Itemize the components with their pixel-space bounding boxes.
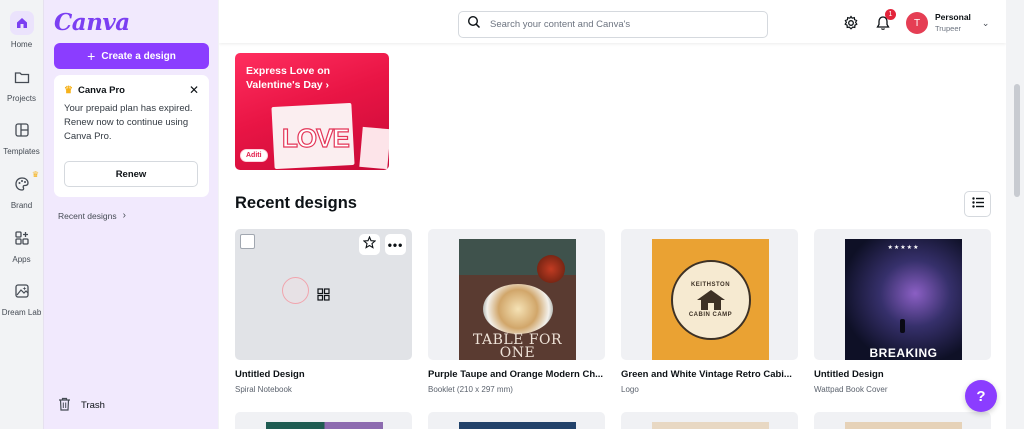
list-view-icon [971, 195, 984, 213]
templates-icon [10, 118, 34, 142]
cabin-badge: KEITHSTON CABIN CAMP [670, 259, 751, 340]
design-name[interactable]: Green and White Vintage Retro Cabi... [621, 369, 798, 380]
booklet-cover-art: TABLE FOR ONE [459, 239, 576, 360]
side-panel: Canva + Create a design ♛ Canva Pro ✕ Yo… [43, 0, 218, 429]
rail-dream-lab[interactable]: Dream Lab [0, 279, 43, 317]
rail-brand[interactable]: ♛ Brand [0, 170, 43, 210]
design-card-partial[interactable] [621, 412, 798, 429]
create-design-label: Create a design [101, 50, 176, 62]
search-input[interactable] [490, 19, 750, 30]
rail-home-label: Home [10, 40, 33, 49]
renew-button[interactable]: Renew [64, 161, 198, 187]
chevron-down-icon: ⌄ [981, 17, 990, 28]
list-view-button[interactable] [964, 191, 991, 217]
design-type: Spiral Notebook [235, 385, 292, 394]
more-options-button[interactable]: ••• [385, 234, 406, 255]
logo-cover-art: KEITHSTON CABIN CAMP [652, 239, 769, 360]
rail-home[interactable]: Home [0, 11, 43, 49]
booklet-art-title: TABLE FOR ONE [472, 332, 563, 360]
scrollbar-thumb[interactable] [1014, 84, 1020, 197]
notification-badge: 1 [885, 9, 896, 20]
dream-lab-icon [10, 279, 34, 303]
scrollbar[interactable] [1006, 0, 1024, 429]
avatar: T [906, 12, 928, 34]
design-thumbnail[interactable]: ••• [235, 229, 412, 360]
crown-icon: ♛ [31, 170, 39, 179]
design-thumbnail[interactable]: KEITHSTON CABIN CAMP [621, 229, 798, 360]
canva-logo[interactable]: Canva [54, 9, 130, 36]
banner-title: Express Love on Valentine's Day › [246, 65, 331, 91]
brand-icon [10, 172, 34, 196]
design-card-partial[interactable] [814, 412, 991, 429]
design-card[interactable]: ••• Untitled Design Spiral Notebook [235, 229, 412, 394]
trash-label: Trash [81, 400, 105, 411]
canva-pro-card: ♛ Canva Pro ✕ Your prepaid plan has expi… [54, 75, 209, 197]
cursor-highlight [282, 277, 309, 304]
recent-designs-label: Recent designs [58, 210, 117, 221]
design-card-partial[interactable] [235, 412, 412, 429]
rail-apps[interactable]: Apps [0, 226, 43, 264]
home-icon [9, 11, 34, 35]
main-content: 1 T Personal Trupeer ⌄ Express Love on V… [219, 0, 1006, 429]
account-menu[interactable]: T Personal Trupeer ⌄ [906, 12, 989, 34]
settings-gear-icon[interactable] [842, 14, 860, 32]
food-plate-art [483, 284, 553, 334]
recent-designs-link[interactable]: Recent designs › [58, 210, 126, 221]
create-design-button[interactable]: + Create a design [54, 43, 209, 69]
left-rail: Home Projects Templates ♛ Brand Apps Dre… [0, 0, 43, 429]
rail-templates-label: Templates [3, 147, 40, 156]
rail-apps-label: Apps [12, 255, 31, 264]
design-name[interactable]: Purple Taupe and Orange Modern Ch... [428, 369, 605, 380]
spiral-notebook-icon [317, 288, 330, 306]
design-name[interactable]: Untitled Design [235, 369, 412, 380]
pro-card-message: Your prepaid plan has expired. Renew now… [64, 103, 193, 142]
account-team: Trupeer [935, 24, 961, 33]
design-card-partial[interactable] [428, 412, 605, 429]
notifications-bell-icon[interactable]: 1 [874, 9, 896, 32]
apps-icon [10, 226, 34, 250]
trash-link[interactable]: Trash [58, 397, 105, 414]
plus-icon: + [87, 48, 96, 64]
badge-bottom-text: CABIN CAMP [688, 311, 733, 318]
design-thumbnail[interactable]: TABLE FOR ONE [428, 229, 605, 360]
design-thumbnail[interactable]: ★★★★★ BREAKING [814, 229, 991, 360]
design-type: Booklet (210 x 297 mm) [428, 385, 513, 394]
design-type: Logo [621, 385, 639, 394]
design-card[interactable]: ★★★★★ BREAKING Untitled Design Wattpad B… [814, 229, 991, 394]
trash-icon [58, 397, 71, 414]
account-name: Personal [935, 12, 971, 22]
crown-icon: ♛ [64, 85, 73, 96]
rail-templates[interactable]: Templates [0, 118, 43, 156]
top-bar: 1 T Personal Trupeer ⌄ [219, 0, 1006, 43]
star-button[interactable] [359, 234, 380, 255]
design-card[interactable]: TABLE FOR ONE Purple Taupe and Orange Mo… [428, 229, 605, 394]
cabin-icon [696, 289, 725, 310]
rail-projects[interactable]: Projects [0, 65, 43, 103]
search-icon [467, 15, 481, 34]
rail-projects-label: Projects [7, 94, 36, 103]
search-bar[interactable] [458, 11, 768, 38]
design-name[interactable]: Untitled Design [814, 369, 991, 380]
pro-card-title: Canva Pro [77, 85, 125, 96]
close-icon[interactable]: ✕ [189, 83, 199, 97]
folder-icon [10, 65, 34, 89]
rail-dream-lab-label: Dream Lab [1, 308, 42, 317]
banner-love-text: LOVE [281, 122, 350, 153]
design-card[interactable]: KEITHSTON CABIN CAMP Green and White Vin… [621, 229, 798, 394]
valentines-banner[interactable]: Express Love on Valentine's Day › LOVE A… [235, 53, 389, 170]
help-button[interactable]: ? [965, 380, 997, 412]
silhouette-art [900, 319, 905, 333]
section-title: Recent designs [235, 194, 357, 212]
select-checkbox[interactable] [240, 234, 255, 249]
rail-brand-label: Brand [10, 201, 33, 210]
banner-mini-card [359, 126, 389, 170]
more-icon: ••• [387, 237, 404, 252]
star-icon [362, 235, 377, 254]
book-art-title: BREAKING [869, 346, 938, 360]
chevron-right-icon: › [122, 210, 126, 221]
banner-name-tag: Aditi [240, 149, 268, 162]
book-cover-art: ★★★★★ BREAKING [845, 239, 962, 360]
rating-stars-art: ★★★★★ [887, 245, 920, 251]
